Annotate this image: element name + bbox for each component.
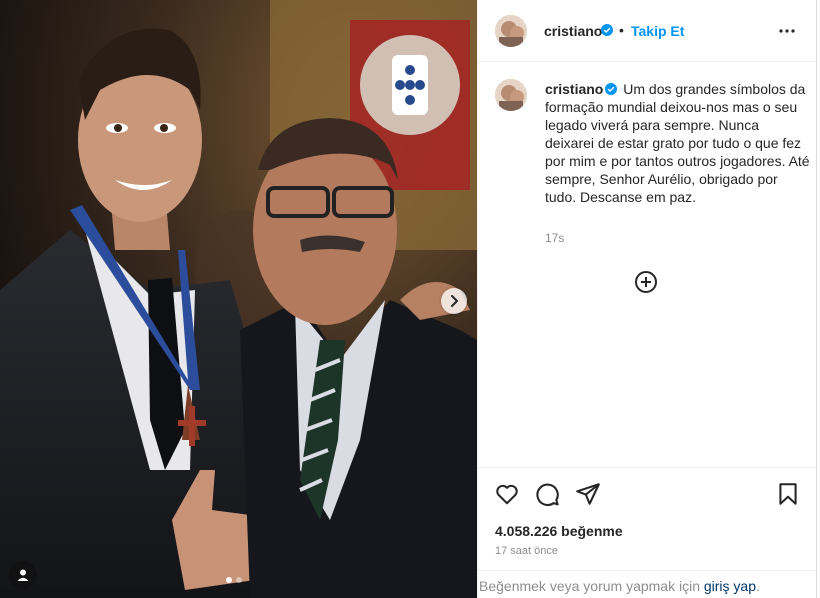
comment-icon[interactable] xyxy=(534,481,560,507)
post-details-panel: cristiano • Takip Et cristiano Um dos gr… xyxy=(477,0,817,598)
verified-badge-icon xyxy=(601,24,613,36)
login-link[interactable]: giriş yap xyxy=(704,578,756,594)
user-tag-icon[interactable] xyxy=(9,561,37,589)
caption-avatar[interactable] xyxy=(495,79,527,111)
avatar-image xyxy=(495,15,527,47)
avatar-image xyxy=(495,79,527,111)
post-photo[interactable] xyxy=(0,0,477,598)
add-circle-glyph xyxy=(635,271,657,293)
login-prompt: Beğenmek veya yorum yapmak için giriş ya… xyxy=(478,570,817,598)
chevron-right-icon xyxy=(451,295,458,307)
follow-button[interactable]: Takip Et xyxy=(631,23,684,39)
verified-badge-icon xyxy=(605,83,618,95)
caption-text: Um dos grandes símbolos da formação mund… xyxy=(545,81,810,205)
more-options-icon[interactable] xyxy=(776,20,798,42)
post-caption: cristiano Um dos grandes símbolos da for… xyxy=(545,80,811,206)
bookmark-icon[interactable] xyxy=(775,481,801,507)
caption-timestamp[interactable]: 17s xyxy=(545,231,564,245)
carousel-next-button[interactable] xyxy=(441,288,467,314)
post-actions: 4.058.226 beğenme 17 saat önce xyxy=(478,467,817,570)
separator-bullet: • xyxy=(619,22,624,38)
post-timestamp[interactable]: 17 saat önce xyxy=(495,545,558,557)
post-dialog: cristiano • Takip Et cristiano Um dos gr… xyxy=(0,0,820,598)
carousel-dot-active xyxy=(226,577,232,583)
likes-count[interactable]: 4.058.226 beğenme xyxy=(495,523,623,539)
post-header: cristiano • Takip Et xyxy=(478,0,817,62)
avatar[interactable] xyxy=(495,15,527,47)
login-prompt-suffix: . xyxy=(756,578,760,594)
dialog-edge xyxy=(816,0,820,598)
carousel-dot xyxy=(236,577,242,583)
more-dots-glyph xyxy=(779,29,795,33)
carousel-indicator xyxy=(226,577,242,583)
username-link[interactable]: cristiano xyxy=(544,23,602,39)
share-icon[interactable] xyxy=(575,481,601,507)
photo-illustration xyxy=(0,0,477,598)
caption-username-link[interactable]: cristiano xyxy=(545,81,603,97)
user-tag-glyph xyxy=(17,569,29,581)
add-circle-icon[interactable] xyxy=(634,270,658,294)
comments-section: cristiano Um dos grandes símbolos da for… xyxy=(478,63,817,467)
heart-icon[interactable] xyxy=(494,481,520,507)
login-prompt-text: Beğenmek veya yorum yapmak için xyxy=(479,578,704,594)
